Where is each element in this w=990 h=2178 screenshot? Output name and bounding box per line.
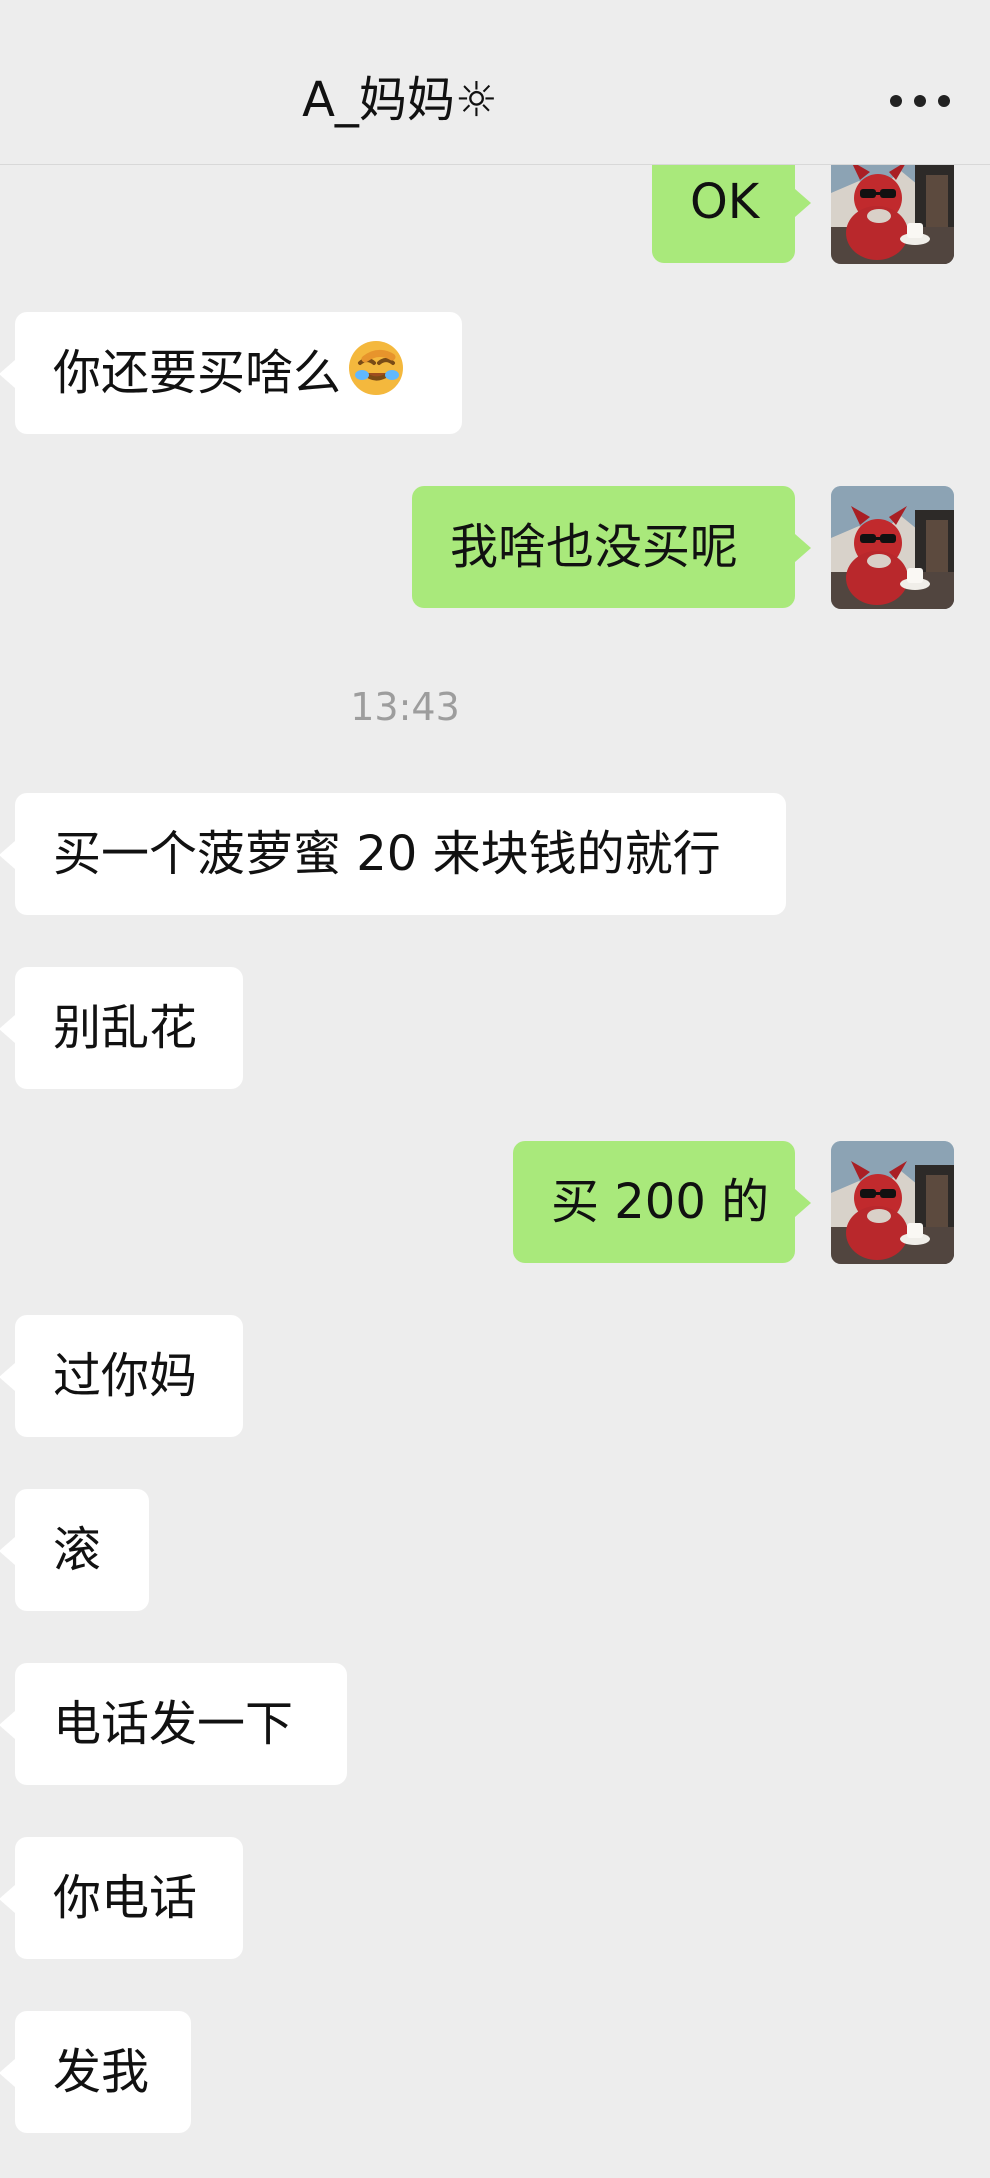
message-bubble-left[interactable]: 过你妈 bbox=[0, 1315, 243, 1437]
message-bubble-left[interactable]: 别乱花 bbox=[0, 967, 243, 1089]
message-bubble-left[interactable]: 你还要买啥么 bbox=[0, 312, 462, 434]
chat-area[interactable]: OK 你还要买啥么 我啥也没买呢 13:43 买一个菠萝蜜 20 来块钱的就行 … bbox=[0, 165, 990, 2178]
message-text: 过你妈 bbox=[53, 1348, 198, 1404]
chat-header: A_妈妈☼ bbox=[0, 0, 990, 165]
face-palm-laugh-emoji bbox=[347, 320, 405, 395]
message-bubble-right[interactable]: 我啥也没买呢 bbox=[412, 486, 811, 608]
message-bubble-left[interactable]: 发我 bbox=[0, 2011, 191, 2133]
message-text: 你电话 bbox=[53, 1870, 198, 1926]
message-bubble-left[interactable]: 电话发一下 bbox=[0, 1663, 347, 1785]
message-text: 你还要买啥么 bbox=[53, 345, 342, 401]
message-text: 电话发一下 bbox=[53, 1696, 294, 1752]
message-bubble-left[interactable]: 买一个菠萝蜜 20 来块钱的就行 bbox=[0, 793, 786, 915]
dot bbox=[938, 95, 950, 107]
message-text: 滚 bbox=[53, 1522, 102, 1578]
message-text: 买 200 的 bbox=[551, 1174, 770, 1230]
message-bubble-left[interactable]: 你电话 bbox=[0, 1837, 243, 1959]
timestamp: 13:43 bbox=[350, 685, 460, 729]
avatar-image bbox=[831, 486, 954, 609]
more-dots-icon[interactable] bbox=[890, 94, 950, 108]
dot bbox=[890, 95, 902, 107]
avatar[interactable] bbox=[831, 1141, 954, 1264]
message-text: 买一个菠萝蜜 20 来块钱的就行 bbox=[53, 826, 721, 882]
chat-title: A_妈妈☼ bbox=[302, 72, 498, 128]
message-bubble-right[interactable]: 买 200 的 bbox=[513, 1141, 811, 1263]
avatar-image bbox=[831, 1141, 954, 1264]
message-text: 别乱花 bbox=[53, 1000, 198, 1056]
dot bbox=[914, 95, 926, 107]
message-text: 发我 bbox=[53, 2044, 150, 2100]
avatar[interactable] bbox=[831, 486, 954, 609]
message-bubble-left[interactable]: 滚 bbox=[0, 1489, 149, 1611]
message-text: 我啥也没买呢 bbox=[450, 519, 739, 575]
